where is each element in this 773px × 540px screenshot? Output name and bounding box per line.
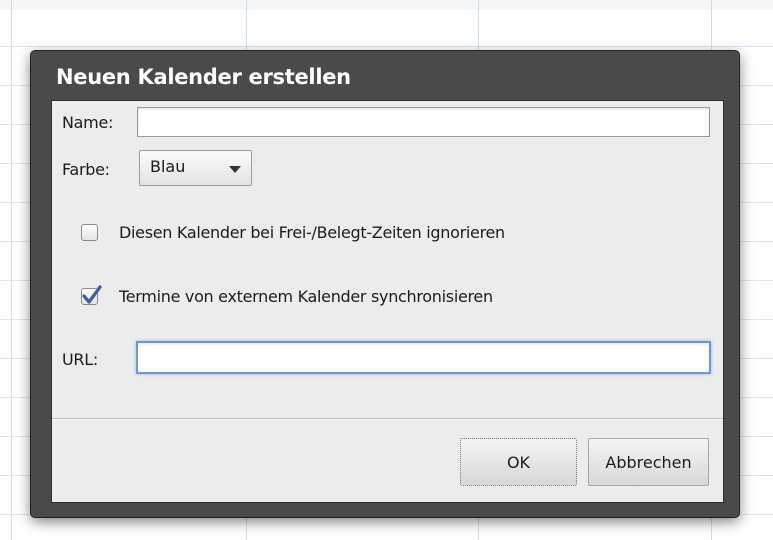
name-label: Name: <box>62 113 114 132</box>
checkmark-icon <box>82 285 102 304</box>
ok-button[interactable]: OK <box>460 438 577 486</box>
cancel-button[interactable]: Abbrechen <box>588 438 709 486</box>
ignore-freebusy-label: Diesen Kalender bei Frei-/Belegt-Zeiten … <box>119 223 505 242</box>
ignore-freebusy-checkbox[interactable] <box>81 224 98 241</box>
calendar-header-band <box>0 0 773 10</box>
url-input[interactable] <box>136 341 711 374</box>
name-input[interactable] <box>137 107 710 137</box>
color-select[interactable]: Blau <box>139 150 252 186</box>
new-calendar-dialog: Neuen Kalender erstellen Name: Farbe: Bl… <box>31 51 739 517</box>
sync-external-label: Termine von externem Kalender synchronis… <box>119 287 493 306</box>
dialog-separator <box>52 418 723 420</box>
color-select-value: Blau <box>150 157 186 176</box>
color-label: Farbe: <box>62 160 110 179</box>
ok-button-label: OK <box>506 453 531 472</box>
dialog-content-panel: Name: Farbe: Blau Diesen Kalender bei Fr… <box>51 100 724 503</box>
grid-column-line <box>11 0 12 540</box>
sync-external-checkbox[interactable] <box>81 285 102 305</box>
url-label: URL: <box>62 350 98 369</box>
cancel-button-label: Abbrechen <box>605 453 692 472</box>
dialog-title: Neuen Kalender erstellen <box>56 65 351 89</box>
chevron-down-icon <box>229 166 241 173</box>
